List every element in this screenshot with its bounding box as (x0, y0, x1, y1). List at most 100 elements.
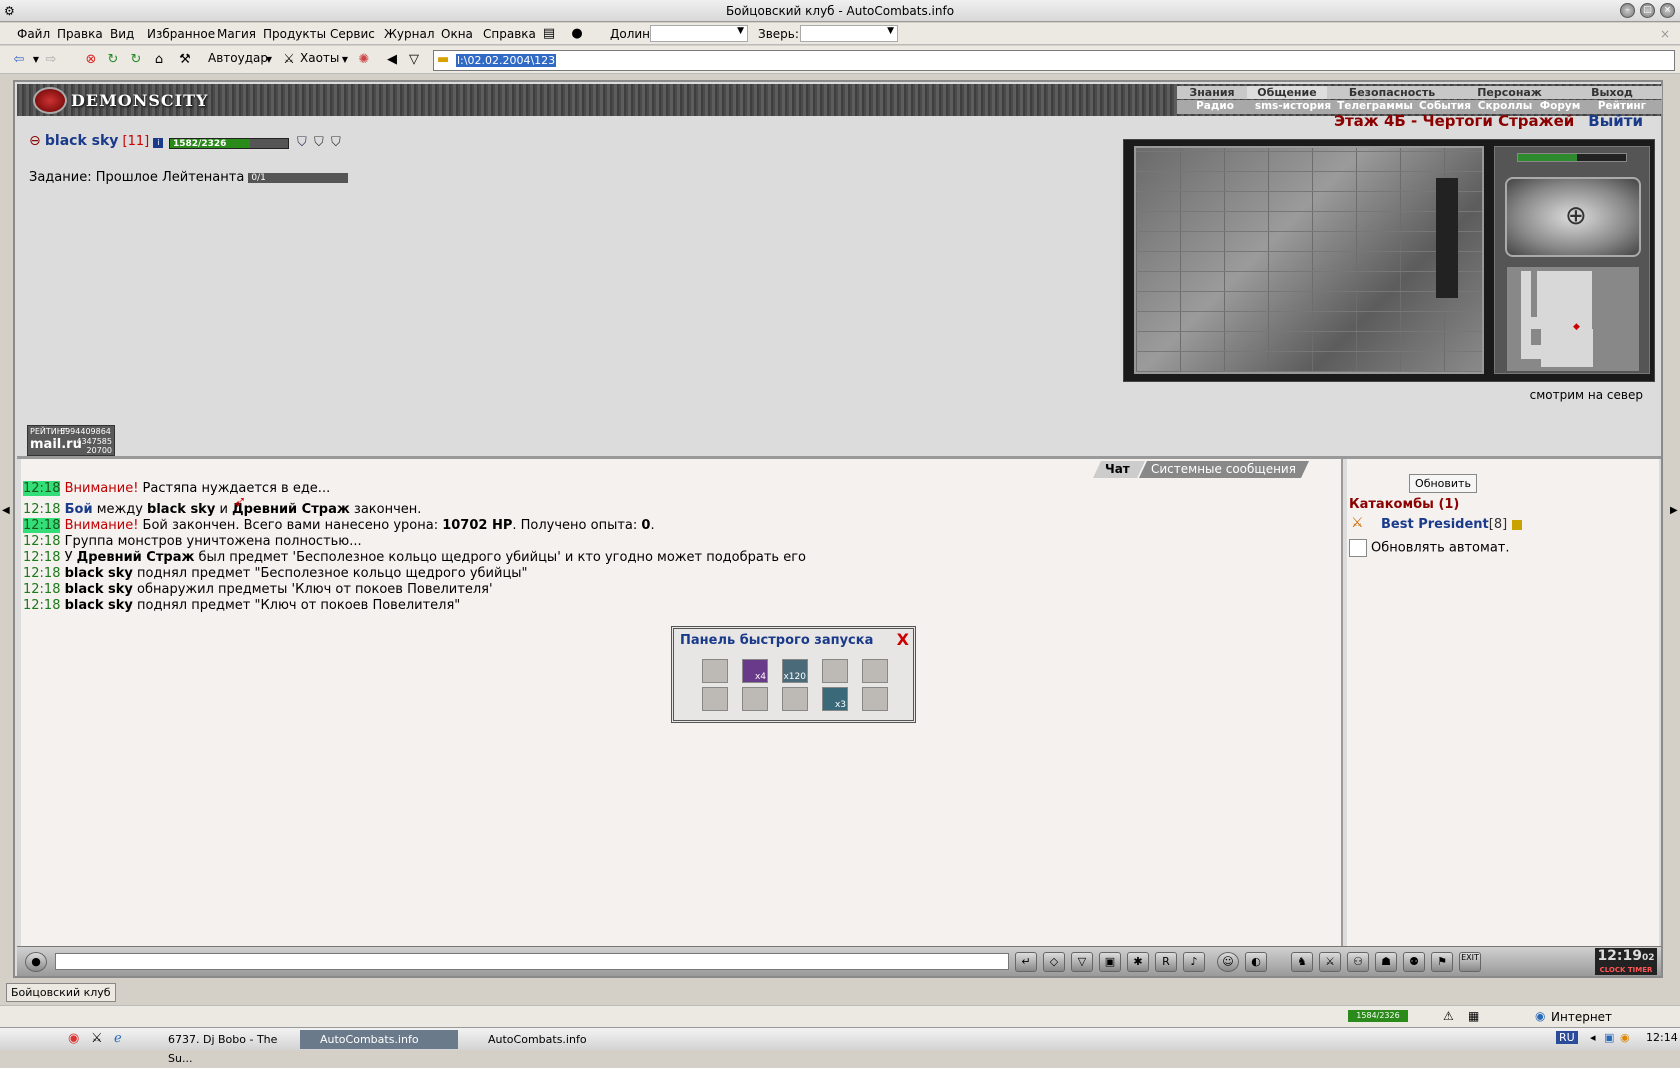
tray-app-icon[interactable]: ◉ (1620, 1031, 1630, 1044)
task-player[interactable]: 6737. Dj Bobo - The Su... (148, 1030, 293, 1065)
sound-icon[interactable]: ◀ (383, 51, 401, 69)
nav-communication[interactable]: Общение (1247, 86, 1327, 99)
music-icon[interactable]: ♪ (1183, 952, 1205, 972)
chat-input[interactable] (55, 953, 1009, 970)
menu-help[interactable]: Справка (483, 27, 536, 41)
quick-slot[interactable] (862, 659, 888, 683)
character-name[interactable]: black sky (45, 133, 119, 149)
home-icon[interactable]: ⌂ (150, 51, 168, 69)
menu-edit[interactable]: Правка (57, 27, 103, 41)
quick-slot[interactable] (862, 687, 888, 711)
menu-magic[interactable]: Магия (217, 27, 256, 41)
warning-icon[interactable]: ⚠ (1443, 1009, 1454, 1023)
eraser-icon[interactable]: ◇ (1043, 952, 1065, 972)
attack-icon[interactable]: ⚔ (1351, 515, 1364, 531)
clan-icon[interactable]: ⊖ (29, 133, 41, 149)
auto-refresh-checkbox[interactable] (1349, 539, 1367, 557)
quick-slot[interactable] (742, 687, 768, 711)
mailru-rating-counter[interactable]: РЕЙТИНГ 5994409864 mail.ru 4347585 20700 (27, 425, 115, 456)
quick-slot[interactable]: x3 (822, 687, 848, 711)
exit-button[interactable]: EXIT (1459, 952, 1481, 972)
app-launcher-icon[interactable]: ⚔ (91, 1031, 103, 1046)
forward-icon[interactable]: ⇨ (42, 51, 60, 69)
address-input[interactable]: l:\02.02.2004\123 (456, 54, 557, 67)
zver-select[interactable]: ▼ (800, 25, 898, 42)
nav-scrolls[interactable]: Скроллы (1475, 100, 1535, 112)
quick-slot[interactable] (702, 659, 728, 683)
minimize-icon[interactable]: – (1620, 3, 1635, 18)
quick-slot[interactable]: x120 (782, 659, 808, 683)
translit-icon[interactable]: R (1155, 952, 1177, 972)
badge2-icon[interactable]: ⛉ (314, 135, 324, 150)
maximize-icon[interactable]: □ (1640, 3, 1655, 18)
badge3-icon[interactable]: ⛉ (331, 135, 341, 150)
scroll-left-icon[interactable]: ◀ (2, 505, 10, 516)
chrome-icon[interactable]: ◉ (68, 1031, 79, 1046)
fight-link[interactable]: Бой (65, 502, 93, 517)
menu-journal[interactable]: Журнал (384, 27, 435, 41)
autoudar-dropdown-icon[interactable]: ▼ (260, 51, 278, 69)
back-icon[interactable]: ⇦ (10, 51, 28, 69)
haoty-button[interactable]: Хаоты (300, 51, 339, 65)
player-link[interactable]: black sky (147, 502, 215, 517)
team-icon[interactable]: ⚇ (1347, 952, 1369, 972)
direction-controls[interactable]: ⊕ (1505, 177, 1641, 257)
player-link[interactable]: black sky (65, 598, 133, 613)
nav-forum[interactable]: Форум (1537, 100, 1583, 112)
nav-knowledge[interactable]: Знания (1177, 86, 1247, 99)
nav-security[interactable]: Безопасность (1327, 86, 1457, 99)
filter-icon[interactable]: ▽ (1071, 952, 1093, 972)
refresh-button[interactable]: Обновить (1409, 474, 1477, 493)
nav-telegrams[interactable]: Телеграммы (1335, 100, 1415, 112)
bulb-icon[interactable]: ● (568, 25, 586, 43)
menu-favorites[interactable]: Избранное (147, 27, 215, 41)
smiley-menu-icon[interactable]: ● (25, 952, 47, 972)
nav-character[interactable]: Персонаж (1457, 86, 1562, 99)
address-bar[interactable]: ▬ l:\02.02.2004\123 (433, 50, 1675, 71)
tray-arrow-icon[interactable]: ◂ (1590, 1031, 1596, 1044)
exit-link[interactable]: Выйти (1588, 112, 1643, 130)
knight-icon[interactable]: ♞ (1291, 952, 1313, 972)
menubar-close-icon[interactable]: × (1660, 27, 1670, 41)
bb-icon[interactable]: ▤ (540, 25, 558, 43)
demonscity-logo[interactable]: DEMONSCITY (31, 87, 211, 114)
mask-icon[interactable]: ☗ (1375, 952, 1397, 972)
tools-icon[interactable]: ⚒ (176, 51, 194, 69)
sword-icon[interactable]: ⚔ (1319, 952, 1341, 972)
smiley-icon[interactable]: ☺ (1217, 952, 1239, 972)
player-link[interactable]: black sky (65, 566, 133, 581)
task-autocombats-1[interactable]: AutoCombats.info (300, 1030, 458, 1049)
close-icon[interactable]: × (1660, 3, 1675, 18)
quick-launch-close[interactable]: X (897, 632, 909, 648)
quick-slot[interactable] (782, 687, 808, 711)
dungeon-wall-image[interactable] (1134, 146, 1484, 374)
network-icon[interactable]: ▦ (1468, 1009, 1479, 1023)
menu-view[interactable]: Вид (110, 27, 134, 41)
group-icon[interactable]: ⚉ (1403, 952, 1425, 972)
refresh-icon[interactable]: ↻ (104, 51, 122, 69)
filter-icon[interactable]: ▽ (405, 51, 423, 69)
nav-events[interactable]: События (1417, 100, 1473, 112)
player-name[interactable]: Best President (1381, 517, 1489, 532)
frame-tab-button[interactable]: Бойцовский клуб (6, 983, 116, 1002)
menu-windows[interactable]: Окна (441, 27, 473, 41)
scroll-right-icon[interactable]: ▶ (1670, 505, 1678, 516)
info-icon[interactable]: i (153, 138, 164, 148)
tab-chat[interactable]: Чат (1093, 461, 1145, 478)
player-link[interactable]: black sky (65, 582, 133, 597)
send-icon[interactable]: ↵ (1015, 952, 1037, 972)
flag-icon[interactable]: ⚑ (1431, 952, 1453, 972)
badge1-icon[interactable]: ⛉ (297, 135, 307, 150)
haoty-dropdown-icon[interactable]: ▼ (336, 51, 354, 69)
menu-file[interactable]: Файл (17, 27, 50, 41)
task-autocombats-2[interactable]: AutoCombats.info (468, 1030, 618, 1049)
refresh2-icon[interactable]: ↻ (127, 51, 145, 69)
haoty-icon[interactable]: ⚔ (280, 51, 298, 69)
dolin-select[interactable]: ▼ (650, 25, 748, 42)
info-icon[interactable] (1511, 519, 1522, 530)
quick-slot[interactable] (702, 687, 728, 711)
app-icon[interactable]: ⚙ (4, 0, 15, 22)
nav-exit[interactable]: Выход (1562, 86, 1662, 99)
lang-indicator[interactable]: RU (1556, 1031, 1578, 1044)
autoudar-button[interactable]: Автоудар (208, 51, 268, 65)
